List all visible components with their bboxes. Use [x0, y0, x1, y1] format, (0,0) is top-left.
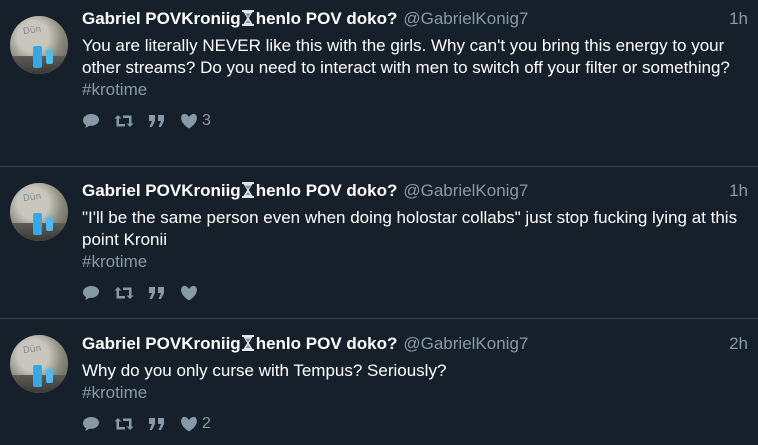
quote-icon: [149, 418, 164, 430]
heart-icon: [181, 113, 197, 129]
heart-icon: [181, 416, 197, 432]
avatar[interactable]: Dün: [10, 16, 68, 74]
avatar[interactable]: Dün: [10, 335, 68, 393]
hourglass-icon: [241, 182, 254, 198]
reply-icon: [83, 286, 99, 300]
tweet-text: "I'll be the same person even when doing…: [82, 208, 738, 249]
quote-button[interactable]: [148, 286, 166, 300]
like-count: 2: [202, 415, 211, 432]
quote-icon: [149, 287, 164, 299]
retweet-button[interactable]: [114, 114, 134, 128]
quote-button[interactable]: [148, 417, 166, 431]
user-handle[interactable]: @GabrielKonig7: [403, 334, 528, 354]
reply-button[interactable]: [82, 285, 100, 301]
retweet-button[interactable]: [114, 286, 134, 300]
reply-button[interactable]: [82, 113, 100, 129]
tweet-header: Gabriel POVKroniig henlo POV doko? @Gabr…: [82, 8, 748, 30]
retweet-icon: [114, 115, 134, 127]
display-name[interactable]: Gabriel POVKroniig: [82, 334, 241, 354]
user-handle[interactable]: @GabrielKonig7: [403, 181, 528, 201]
hashtag-link[interactable]: #krotime: [82, 382, 748, 404]
hashtag-link[interactable]: #krotime: [82, 251, 748, 273]
tweet[interactable]: Dün Gabriel POVKroniig henlo POV doko? @…: [0, 319, 758, 445]
like-button[interactable]: [180, 285, 202, 301]
heart-icon: [181, 285, 197, 301]
timestamp[interactable]: 1h: [729, 181, 748, 201]
tweet-actions: 2: [82, 414, 748, 434]
reply-icon: [83, 114, 99, 128]
tweet-actions: 3: [82, 111, 748, 131]
tweet-actions: [82, 283, 748, 303]
tweet-text: You are literally NEVER like this with t…: [82, 36, 730, 77]
like-button[interactable]: 3: [180, 112, 211, 130]
tweet-text: Why do you only curse with Tempus? Serio…: [82, 361, 447, 380]
timestamp[interactable]: 2h: [729, 334, 748, 354]
retweet-icon: [114, 418, 134, 430]
display-name-suffix[interactable]: henlo POV doko?: [256, 9, 398, 29]
like-button[interactable]: 2: [180, 415, 211, 433]
display-name-suffix[interactable]: henlo POV doko?: [256, 181, 398, 201]
display-name[interactable]: Gabriel POVKroniig: [82, 9, 241, 29]
reply-icon: [83, 417, 99, 431]
tweet-header: Gabriel POVKroniig henlo POV doko? @Gabr…: [82, 333, 748, 355]
display-name[interactable]: Gabriel POVKroniig: [82, 181, 241, 201]
timestamp[interactable]: 1h: [729, 9, 748, 29]
reply-button[interactable]: [82, 416, 100, 432]
tweet[interactable]: Dün Gabriel POVKroniig henlo POV doko? @…: [0, 167, 758, 319]
hourglass-icon: [241, 335, 254, 351]
retweet-icon: [114, 287, 134, 299]
avatar[interactable]: Dün: [10, 183, 68, 241]
user-handle[interactable]: @GabrielKonig7: [403, 9, 528, 29]
quote-icon: [149, 115, 164, 127]
display-name-suffix[interactable]: henlo POV doko?: [256, 334, 398, 354]
tweet[interactable]: Dün Gabriel POVKroniig henlo POV doko? @…: [0, 0, 758, 167]
hashtag-link[interactable]: #krotime: [82, 79, 748, 101]
hourglass-icon: [241, 10, 254, 26]
quote-button[interactable]: [148, 114, 166, 128]
tweet-header: Gabriel POVKroniig henlo POV doko? @Gabr…: [82, 180, 748, 202]
retweet-button[interactable]: [114, 417, 134, 431]
like-count: 3: [202, 112, 211, 129]
